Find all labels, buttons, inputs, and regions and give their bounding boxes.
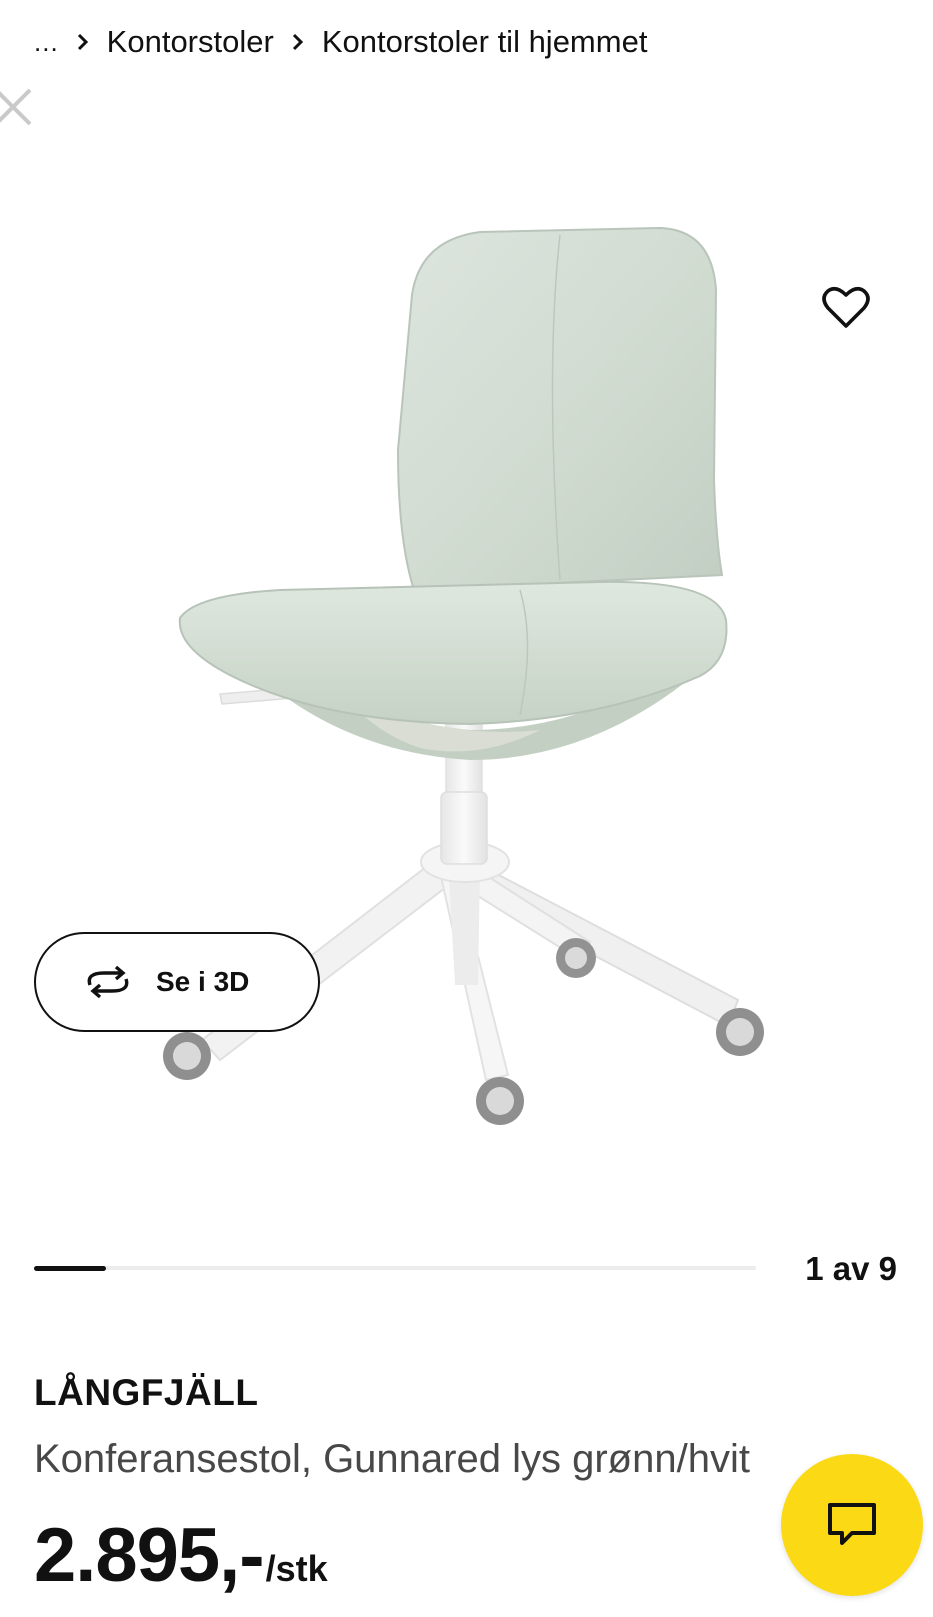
gallery-progress-track[interactable] bbox=[34, 1265, 756, 1271]
caster bbox=[163, 1032, 211, 1080]
price-unit: /stk bbox=[265, 1548, 328, 1589]
caster bbox=[716, 1008, 764, 1056]
chevron-right-icon bbox=[73, 32, 93, 52]
gallery-position-label: 1 av 9 bbox=[805, 1250, 897, 1287]
product-description: Konferansestol, Gunnared lys grønn/hvit bbox=[34, 1437, 750, 1481]
chat-icon bbox=[828, 1503, 876, 1545]
gallery-progress-fill bbox=[34, 1265, 107, 1271]
product-image[interactable] bbox=[0, 120, 933, 1200]
breadcrumb: ... Kontorstoler Kontorstoler til hjemme… bbox=[34, 24, 647, 60]
breadcrumb-ellipsis[interactable]: ... bbox=[34, 27, 59, 58]
product-page: ... Kontorstoler Kontorstoler til hjemme… bbox=[0, 0, 933, 1617]
chevron-right-icon bbox=[288, 32, 308, 52]
caster bbox=[476, 1077, 524, 1125]
view-in-3d-button[interactable]: Se i 3D bbox=[34, 932, 320, 1032]
breadcrumb-item-kontorstoler-til-hjemmet[interactable]: Kontorstoler til hjemmet bbox=[322, 24, 648, 60]
product-name: LÅNGFJÄLL bbox=[34, 1372, 259, 1413]
product-price: 2.895,- /stk bbox=[34, 1512, 328, 1599]
chat-button[interactable] bbox=[781, 1454, 923, 1596]
office-chair-illustration bbox=[163, 226, 764, 1125]
caster bbox=[556, 938, 596, 978]
heart-icon bbox=[822, 286, 870, 328]
breadcrumb-item-kontorstoler[interactable]: Kontorstoler bbox=[107, 24, 274, 60]
price-amount: 2.895,- bbox=[34, 1513, 265, 1598]
favourite-button[interactable] bbox=[818, 280, 874, 336]
view-in-3d-label: Se i 3D bbox=[156, 966, 250, 997]
rotate-3d-icon bbox=[87, 965, 129, 999]
